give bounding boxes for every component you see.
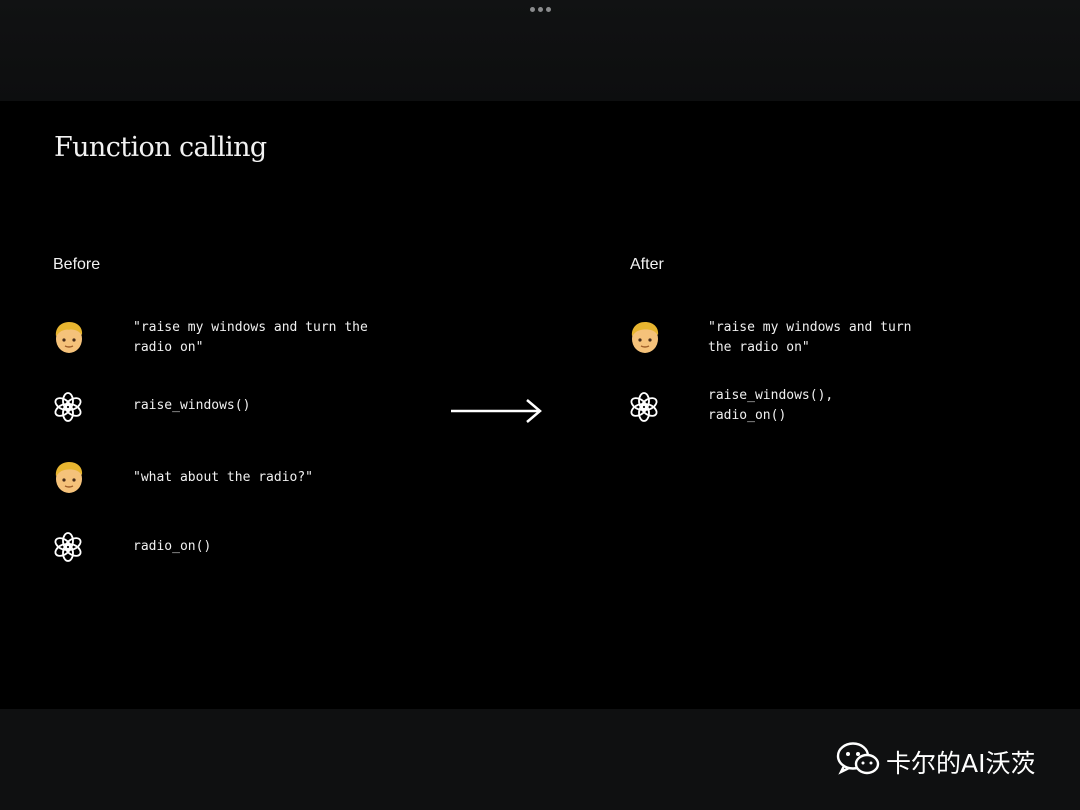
user-avatar-icon [51,319,87,355]
user-avatar-icon [51,459,87,495]
before-heading: Before [53,256,101,273]
wechat-icon [836,741,880,782]
slide-title: Function calling [54,132,267,163]
right-arrow-icon [450,398,544,429]
after-message-1: "raise my windows and turn the radio on" [708,320,912,355]
openai-logo-icon [50,389,86,425]
before-message-2: raise_windows() [133,398,251,413]
after-message-2: raise_windows(), radio_on() [708,388,834,423]
watermark: 卡尔的AI沃茨 [836,741,1035,782]
before-message-1: "raise my windows and turn the radio on" [133,320,368,355]
openai-logo-icon [50,529,86,565]
openai-logo-icon [626,389,662,425]
after-heading: After [630,256,664,273]
user-avatar-icon [627,319,663,355]
top-bar [0,0,1080,101]
before-message-3: "what about the radio?" [133,470,314,485]
watermark-text: 卡尔的AI沃茨 [886,748,1036,778]
before-message-4: radio_on() [133,539,212,554]
more-options-icon[interactable] [530,7,551,12]
